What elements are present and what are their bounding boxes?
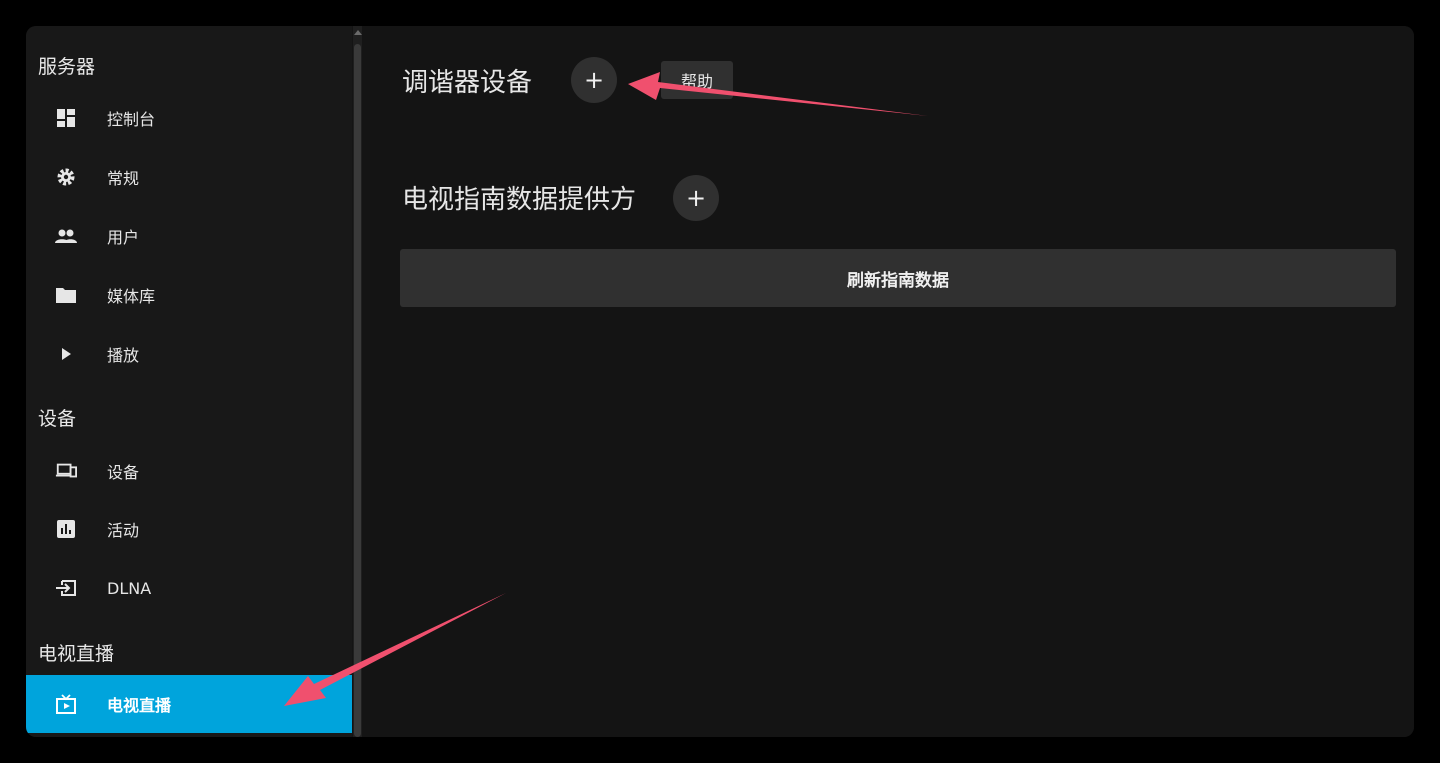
scroll-up-arrow-icon[interactable] (354, 30, 362, 35)
sidebar-item-label: 活动 (107, 521, 140, 540)
sidebar-item-label: 设备 (107, 463, 140, 482)
sidebar-item-libraries[interactable]: 媒体库 (26, 266, 352, 324)
sidebar-item-label: 常规 (107, 169, 140, 188)
sidebar-item-label: 用户 (107, 228, 140, 247)
section-title-livetv: 电视直播 (38, 643, 115, 665)
main-content: 调谐器设备 + 帮助 电视指南数据提供方 + 刷新指南数据 (362, 26, 1414, 737)
add-guide-provider-button[interactable]: + (673, 175, 719, 221)
sidebar-item-dashboard[interactable]: 控制台 (26, 89, 352, 147)
section-title-server: 服务器 (38, 56, 96, 78)
devices-icon (55, 460, 77, 482)
people-icon (55, 225, 77, 247)
folder-icon (55, 284, 77, 306)
input-icon (55, 577, 77, 599)
plus-icon: + (685, 184, 707, 212)
sidebar-item-label: 播放 (107, 346, 140, 365)
scroll-thumb[interactable] (354, 44, 361, 737)
dashboard-icon (55, 107, 77, 129)
play-icon (55, 343, 77, 365)
live-tv-icon (55, 693, 77, 715)
sidebar-scrollbar[interactable] (353, 26, 362, 737)
add-tuner-button[interactable]: + (571, 57, 617, 103)
sidebar-item-label: 控制台 (107, 110, 156, 129)
sidebar-item-users[interactable]: 用户 (26, 207, 352, 265)
sidebar-item-activity[interactable]: 活动 (26, 500, 352, 558)
help-button[interactable]: 帮助 (661, 61, 733, 99)
sidebar-item-label: 媒体库 (107, 287, 156, 306)
sidebar-item-label: DLNA (107, 578, 152, 598)
plus-icon: + (583, 66, 605, 94)
sidebar-item-livetv[interactable]: 电视直播 (26, 675, 352, 733)
gear-icon (55, 166, 77, 188)
sidebar-item-dlna[interactable]: DLNA (26, 559, 352, 617)
chart-icon (55, 518, 77, 540)
refresh-guide-button[interactable]: 刷新指南数据 (400, 249, 1396, 307)
section-title-devices: 设备 (38, 408, 77, 430)
tuner-devices-heading: 调谐器设备 (402, 68, 533, 98)
sidebar-item-playback[interactable]: 播放 (26, 325, 352, 383)
sidebar: 服务器 控制台 常规 用户 媒体库 播放 设备 设备 活动 DLNA 电视直播 … (26, 26, 352, 737)
sidebar-item-general[interactable]: 常规 (26, 148, 352, 206)
sidebar-item-devices[interactable]: 设备 (26, 442, 352, 500)
app-window: 服务器 控制台 常规 用户 媒体库 播放 设备 设备 活动 DLNA 电视直播 … (26, 26, 1414, 737)
guide-provider-heading: 电视指南数据提供方 (402, 185, 637, 215)
sidebar-item-label: 电视直播 (107, 696, 172, 715)
